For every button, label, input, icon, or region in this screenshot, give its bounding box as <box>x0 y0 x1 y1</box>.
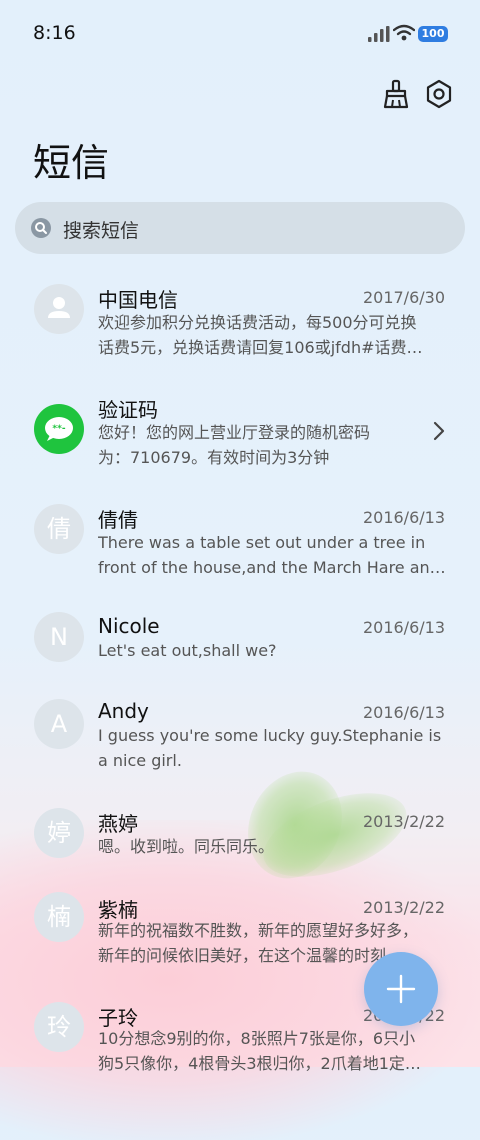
page-title: 短信 <box>33 141 110 185</box>
avatar: 楠 <box>34 892 84 942</box>
preview-line: 话费5元，兑换话费请回复106或jfdh#话费… <box>98 338 423 357</box>
message-date: 2016/6/13 <box>362 508 445 527</box>
preview-line: 为：710679。有效时间为3分钟 <box>98 448 330 467</box>
preview-line: I guess you're some lucky guy.Stephanie … <box>98 726 442 745</box>
conversation-item[interactable]: 中国电信 2017/6/30 欢迎参加积分兑换话费活动，每500分可兑换 话费5… <box>0 282 480 372</box>
contact-name: 验证码 <box>98 398 158 422</box>
contact-name: Nicole <box>98 614 160 638</box>
message-preview: 欢迎参加积分兑换话费活动，每500分可兑换 话费5元，兑换话费请回复106或jf… <box>98 310 446 360</box>
contact-name: 燕婷 <box>98 812 138 836</box>
broom-icon[interactable] <box>380 78 412 110</box>
preview-line: 嗯。收到啦。同乐同乐。 <box>98 837 275 856</box>
avatar: 玲 <box>34 1002 84 1052</box>
preview-line: 狗5只像你，4根骨头3根归你，2爪着地1定… <box>98 1054 421 1073</box>
search-input[interactable]: 搜索短信 <box>15 202 465 254</box>
avatar: N <box>34 612 84 662</box>
avatar: 倩 <box>34 504 84 554</box>
contact-name: 中国电信 <box>98 288 178 312</box>
preview-line: Let's eat out,shall we? <box>98 641 277 660</box>
preview-line: 10分想念9别的你，8张照片7张是你，6只小 <box>98 1029 416 1048</box>
contact-name: Andy <box>98 699 149 723</box>
avatar: A <box>34 699 84 749</box>
conversation-item[interactable]: **- 验证码 您好！您的网上营业厅登录的随机密码 为：710679。有效时间为… <box>0 392 480 482</box>
contact-name: 倩倩 <box>98 508 138 532</box>
status-bar: 8:16 100 <box>0 0 480 64</box>
chat-bubble-icon: **- <box>45 417 73 441</box>
message-preview: 10分想念9别的你，8张照片7张是你，6只小 狗5只像你，4根骨头3根归你，2爪… <box>98 1026 446 1076</box>
preview-line: a nice girl. <box>98 751 182 770</box>
message-date: 2013/2/22 <box>362 898 445 917</box>
preview-line: 新年的祝福数不胜数，新年的愿望好多好多， <box>98 921 419 940</box>
wifi-icon <box>393 24 415 41</box>
message-date: 2016/6/13 <box>362 618 445 637</box>
avatar <box>34 284 84 334</box>
battery-icon: 100 <box>418 26 448 42</box>
signal-icon <box>368 26 390 42</box>
plus-icon <box>386 974 416 1004</box>
preview-line: There was a table set out under a tree i… <box>98 533 426 552</box>
conversation-item[interactable]: 倩 倩倩 2016/6/13 There was a table set out… <box>0 502 480 592</box>
chevron-right-icon[interactable] <box>432 420 446 442</box>
preview-line: front of the house,and the March Hare an… <box>98 558 446 577</box>
svg-text:**-: **- <box>52 424 65 434</box>
message-date: 2017/6/30 <box>362 288 445 307</box>
person-icon <box>48 297 70 318</box>
message-preview: 您好！您的网上营业厅登录的随机密码 为：710679。有效时间为3分钟 <box>98 420 446 470</box>
conversation-item[interactable]: N Nicole 2016/6/13 Let's eat out,shall w… <box>0 612 480 672</box>
settings-icon[interactable] <box>423 78 455 110</box>
message-date: 2016/6/13 <box>362 703 445 722</box>
status-time: 8:16 <box>33 22 76 44</box>
avatar: 婷 <box>34 808 84 858</box>
message-preview: I guess you're some lucky guy.Stephanie … <box>98 723 446 773</box>
preview-line: 您好！您的网上营业厅登录的随机密码 <box>98 423 371 442</box>
conversation-item[interactable]: A Andy 2016/6/13 I guess you're some luc… <box>0 697 480 787</box>
message-preview: 嗯。收到啦。同乐同乐。 <box>98 834 446 859</box>
new-message-button[interactable] <box>364 952 438 1026</box>
search-placeholder: 搜索短信 <box>63 220 140 242</box>
message-app-icon: **- <box>34 404 84 454</box>
message-preview: There was a table set out under a tree i… <box>98 530 446 580</box>
search-icon <box>31 218 51 238</box>
conversation-item[interactable]: 婷 燕婷 2013/2/22 嗯。收到啦。同乐同乐。 <box>0 806 480 866</box>
message-date: 2013/2/22 <box>362 812 445 831</box>
message-preview: Let's eat out,shall we? <box>98 638 446 663</box>
preview-line: 欢迎参加积分兑换话费活动，每500分可兑换 <box>98 313 417 332</box>
